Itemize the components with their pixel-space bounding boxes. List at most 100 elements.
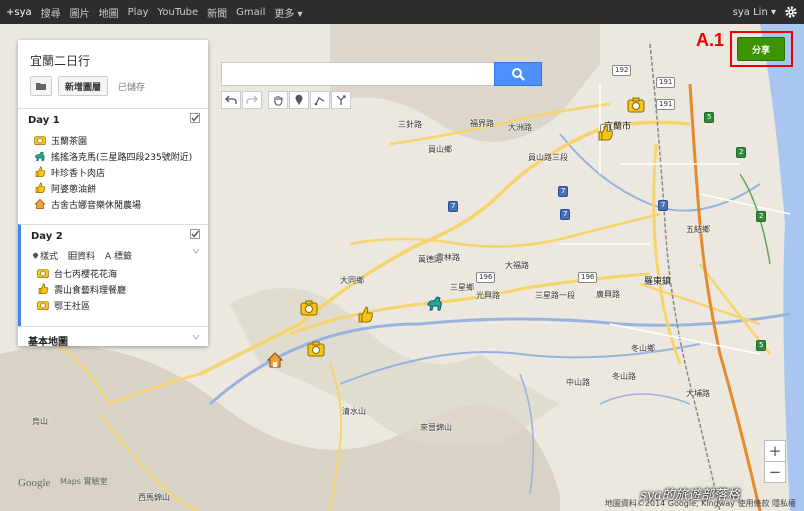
layer-name[interactable]: Day 2: [31, 231, 208, 242]
hand-icon: [274, 96, 283, 106]
camera-icon[interactable]: [627, 96, 645, 114]
map-label-guangping: 廣興路: [596, 290, 620, 299]
folder-icon: [36, 83, 46, 90]
style-icon: [32, 252, 39, 259]
list-item[interactable]: 阿婆蔥油餅: [18, 180, 208, 196]
layer-checkbox[interactable]: [190, 229, 200, 239]
topbar-link-youtube[interactable]: YouTube: [158, 7, 199, 18]
list-item-label: 搖搖洛克馬(三星路四段235號附近): [51, 152, 193, 163]
share-button[interactable]: 分享: [737, 37, 785, 61]
layer-style-button[interactable]: 樣式: [40, 249, 58, 262]
topbar-link-search[interactable]: 搜尋: [41, 5, 61, 20]
map-label-laijia: 來晉錦山: [420, 423, 452, 432]
pan-tool-button[interactable]: [268, 91, 288, 109]
undo-button[interactable]: [221, 91, 241, 109]
list-item[interactable]: 壽山食藝料理餐廳: [21, 281, 208, 297]
chevron-down-icon[interactable]: [192, 333, 200, 341]
map-label-wushan: 烏山: [32, 417, 48, 426]
layer-day1: Day 1 玉蘭茶園 搖搖洛克馬(三星路四段235號附近) 咔珍香卜肉店 阿婆蔥…: [18, 108, 208, 212]
road-badge: 7: [560, 209, 571, 220]
annotation-label: A.1: [696, 30, 725, 50]
road-badge: 191: [656, 99, 676, 110]
google-bar: +sya 搜尋 圖片 地圖 Play YouTube 新聞 Gmail 更多 ▾…: [0, 0, 804, 24]
line-icon: [314, 97, 325, 106]
camera-icon[interactable]: [307, 340, 325, 358]
list-item-label: 阿婆蔥油餅: [51, 184, 97, 195]
redo-button[interactable]: [242, 91, 262, 109]
zoom-out-button[interactable]: −: [764, 461, 786, 483]
camera-icon[interactable]: [300, 299, 318, 317]
data-table-icon: [68, 250, 77, 260]
road-badge: 5: [756, 340, 767, 351]
directions-button[interactable]: [331, 91, 351, 109]
map-label-sanwu: 三針路: [398, 120, 422, 129]
list-item-label: 台七丙櫻花花海: [54, 269, 118, 280]
list-item-label: 壽山食藝料理餐廳: [54, 285, 127, 296]
road-badge: 7: [558, 186, 569, 197]
map-label-datong: 大同鄉: [340, 276, 364, 285]
marker-icon: [295, 94, 303, 105]
list-item-label: 古舍古娜音樂休閒農場: [51, 200, 142, 211]
add-layer-button[interactable]: 新增圖層: [58, 76, 108, 96]
topbar-link-more[interactable]: 更多 ▾: [274, 5, 302, 20]
undo-icon: [225, 95, 237, 104]
directions-icon: [336, 95, 346, 105]
open-folder-button[interactable]: [30, 76, 52, 96]
thumb-icon: [35, 182, 46, 193]
map-label-guangxing: 光興路: [476, 291, 500, 300]
map-label-dafu: 大福路: [505, 261, 529, 270]
add-marker-button[interactable]: [289, 91, 309, 109]
road-badge: 7: [448, 201, 459, 212]
user-menu[interactable]: sya Lin ▾: [733, 7, 776, 18]
chevron-down-icon[interactable]: [192, 247, 200, 255]
road-badge: 191: [656, 77, 676, 88]
layer-data-button[interactable]: 資料: [77, 249, 95, 262]
map-label-dahu: 大埔路: [686, 389, 710, 398]
map-toolbar: [221, 91, 352, 109]
layer-day2: Day 2 樣式 資料 A 標籤 台七丙櫻花花海 壽山食藝料理餐廳 鄂王社區: [18, 224, 208, 326]
horse-icon: [34, 151, 45, 161]
layer-name[interactable]: Day 1: [28, 115, 208, 126]
layer-basemap[interactable]: 基本地圖: [18, 326, 208, 354]
house-icon[interactable]: [266, 351, 284, 369]
layer-label-button[interactable]: A 標籤: [105, 249, 132, 262]
topbar-link-news[interactable]: 新聞: [207, 5, 227, 20]
thumb-icon[interactable]: [596, 124, 614, 142]
horse-icon[interactable]: [426, 294, 444, 312]
zoom-in-button[interactable]: +: [764, 440, 786, 462]
map-title[interactable]: 宜蘭二日行: [30, 52, 90, 69]
list-item[interactable]: 玉蘭茶園: [18, 132, 208, 148]
map-label-luodong: 羅東鎮: [644, 277, 672, 287]
layer-checkbox[interactable]: [190, 113, 200, 123]
thumb-icon[interactable]: [356, 306, 374, 324]
list-item[interactable]: 鄂王社區: [21, 297, 208, 313]
map-label-dazhou: 大洲路: [508, 123, 532, 132]
list-item[interactable]: 古舍古娜音樂休閒農場: [18, 196, 208, 212]
topbar-link-play[interactable]: Play: [128, 7, 149, 18]
camera-icon: [37, 301, 49, 310]
topbar-link-gmail[interactable]: Gmail: [236, 7, 265, 18]
map-label-yuanshan-rd: 員山路三段: [528, 153, 568, 162]
list-item[interactable]: 搖搖洛克馬(三星路四段235號附近): [18, 148, 208, 164]
search-input[interactable]: [221, 62, 496, 86]
redo-icon: [246, 95, 258, 104]
camera-icon: [34, 136, 46, 145]
gear-icon[interactable]: [784, 5, 798, 19]
road-badge: 5: [704, 112, 715, 123]
maps-lab-link[interactable]: Maps 實驗室: [60, 476, 108, 487]
list-item[interactable]: 咔珍香卜肉店: [18, 164, 208, 180]
basemap-label: 基本地圖: [28, 337, 68, 348]
thumb-icon: [38, 283, 49, 294]
list-item-label: 咔珍香卜肉店: [51, 168, 106, 179]
topbar-link-profile[interactable]: +sya: [6, 7, 32, 18]
road-badge: 7: [658, 200, 669, 211]
map-label-ssanxing1: 三星路一段: [535, 291, 575, 300]
list-item-label: 鄂王社區: [54, 301, 91, 312]
list-item[interactable]: 台七丙櫻花花海: [21, 265, 208, 281]
topbar-link-maps[interactable]: 地圖: [99, 5, 119, 20]
search-button[interactable]: [494, 62, 542, 86]
topbar-link-images[interactable]: 圖片: [70, 5, 90, 20]
draw-line-button[interactable]: [310, 91, 330, 109]
map-label-fujie: 福界路: [470, 119, 494, 128]
google-logo: Google: [18, 477, 51, 489]
